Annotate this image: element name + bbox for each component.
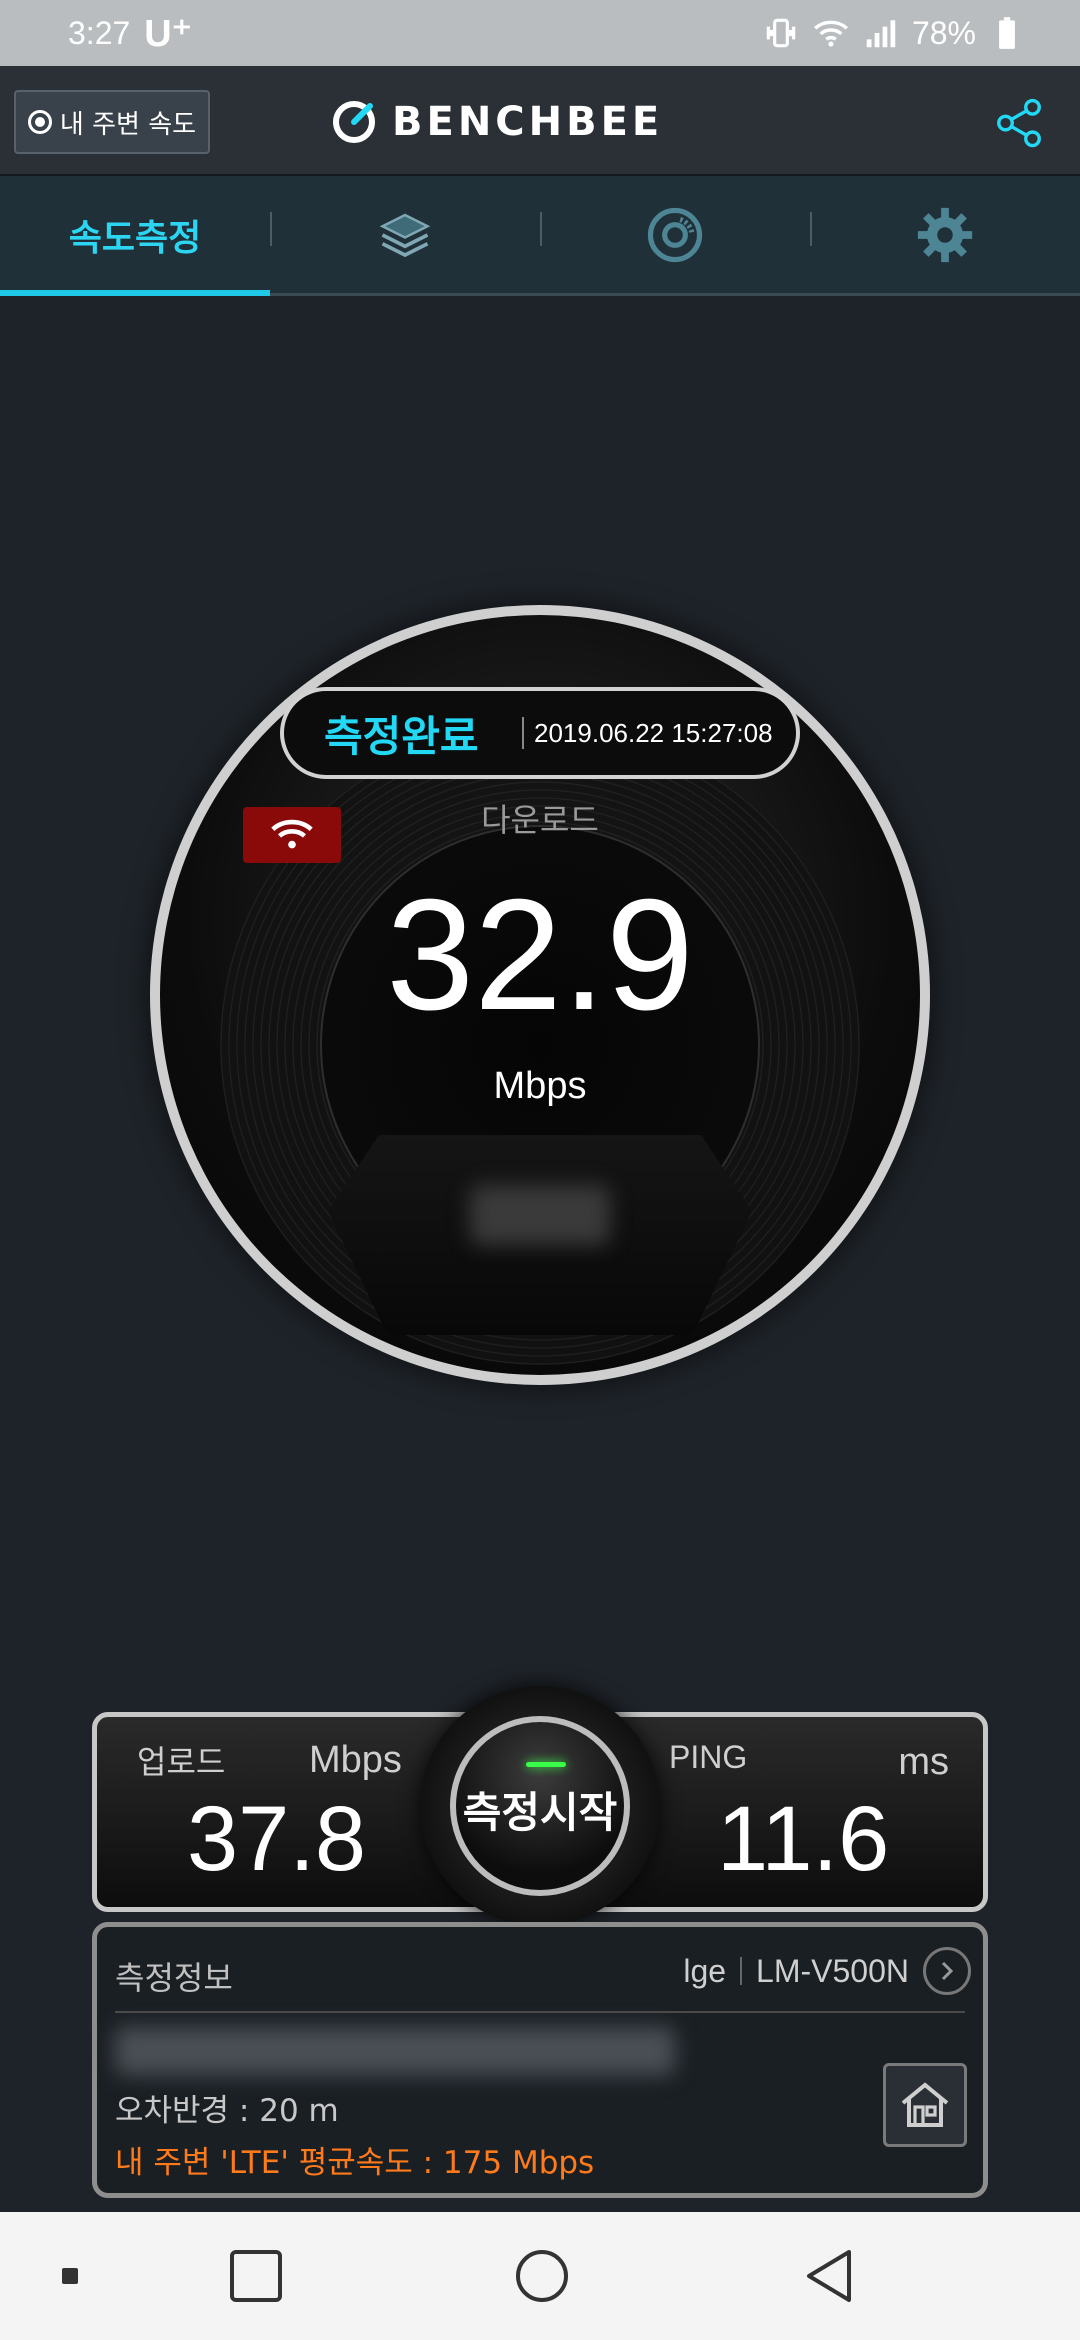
status-led <box>526 1762 566 1767</box>
chart-disc-icon <box>647 207 703 262</box>
status-bar: 3:27 U⁺ 78% <box>0 0 1080 66</box>
nearby-average-speed: 내 주변 'LTE' 평균속도 : 175 Mbps <box>115 2145 595 2181</box>
tab-statistics[interactable] <box>540 176 810 293</box>
nearby-speed-button[interactable]: 내 주변 속도 <box>14 90 210 154</box>
ping-unit: ms <box>898 1741 949 1783</box>
measurement-info-panel: 측정정보 lge LM-V500N 오차반경 : 20 m 내 주변 'LTE'… <box>92 1922 988 2198</box>
redacted-location <box>115 2027 675 2075</box>
download-unit: Mbps <box>493 1065 587 1107</box>
error-range: 오차반경 : 20 m <box>115 2093 339 2129</box>
info-title: 측정정보 <box>115 1959 233 1997</box>
home-button[interactable] <box>502 2212 582 2340</box>
wifi-icon <box>813 20 848 47</box>
share-icon[interactable] <box>992 96 1046 150</box>
speed-gauge: 측정완료 2019.06.22 15:27:08 다운로드 32.9 Mbps <box>150 605 930 1385</box>
gauge-logo-icon <box>333 101 375 143</box>
status-time: 3:27 <box>68 14 131 51</box>
redacted-text <box>470 1185 610 1245</box>
battery-percent: 78% <box>911 14 976 51</box>
device-info[interactable]: lge LM-V500N <box>683 1947 971 1995</box>
measurement-status: 측정완료 <box>324 711 479 761</box>
tab-speed-test-label: 속도측정 <box>68 217 202 259</box>
ping-label: PING <box>669 1739 748 1775</box>
measurement-timestamp: 2019.06.22 15:27:08 <box>534 717 773 748</box>
gear-icon <box>917 207 973 262</box>
system-nav-bar <box>0 2212 1080 2340</box>
vibrate-icon <box>766 18 796 48</box>
circle-icon <box>516 2250 568 2302</box>
battery-icon <box>999 17 1015 49</box>
square-icon <box>230 2250 282 2302</box>
target-icon <box>27 110 52 134</box>
upload-label: 업로드 <box>137 1743 226 1781</box>
layers-icon <box>379 213 431 257</box>
nav-dot-button[interactable] <box>40 2212 100 2340</box>
tab-settings[interactable] <box>810 176 1080 293</box>
nearby-speed-label: 내 주변 속도 <box>59 109 197 140</box>
signal-icon <box>866 20 896 48</box>
recents-button[interactable] <box>216 2212 296 2340</box>
start-measure-label: 측정시작 <box>462 1787 618 1837</box>
download-value: 32.9 <box>386 867 694 1043</box>
benchbee-logo: BENCHBEE <box>330 94 663 150</box>
ping-value: 11.6 <box>717 1788 890 1890</box>
logo-text: BENCHBEE <box>392 99 664 145</box>
carrier-label: U⁺ <box>144 12 192 55</box>
start-measure-button[interactable]: 측정시작 <box>450 1716 630 1896</box>
chevron-right-icon[interactable] <box>923 1947 971 1995</box>
manufacturer: lge <box>683 1952 727 1989</box>
dot-icon <box>62 2268 78 2284</box>
back-triangle-icon <box>807 2250 851 2302</box>
back-button[interactable] <box>790 2212 870 2340</box>
upload-unit: Mbps <box>309 1739 402 1781</box>
download-label: 다운로드 <box>481 801 599 839</box>
measurement-status-pill: 측정완료 2019.06.22 15:27:08 <box>280 687 800 779</box>
app-header: 내 주변 속도 BENCHBEE <box>0 66 1080 176</box>
tab-layers[interactable] <box>270 176 540 293</box>
tab-bar: 속도측정 <box>0 176 1080 296</box>
device-model: LM-V500N <box>756 1952 909 1989</box>
home-icon[interactable] <box>883 2063 967 2147</box>
tab-speed-test[interactable]: 속도측정 <box>0 176 270 296</box>
upload-value: 37.8 <box>187 1788 367 1890</box>
